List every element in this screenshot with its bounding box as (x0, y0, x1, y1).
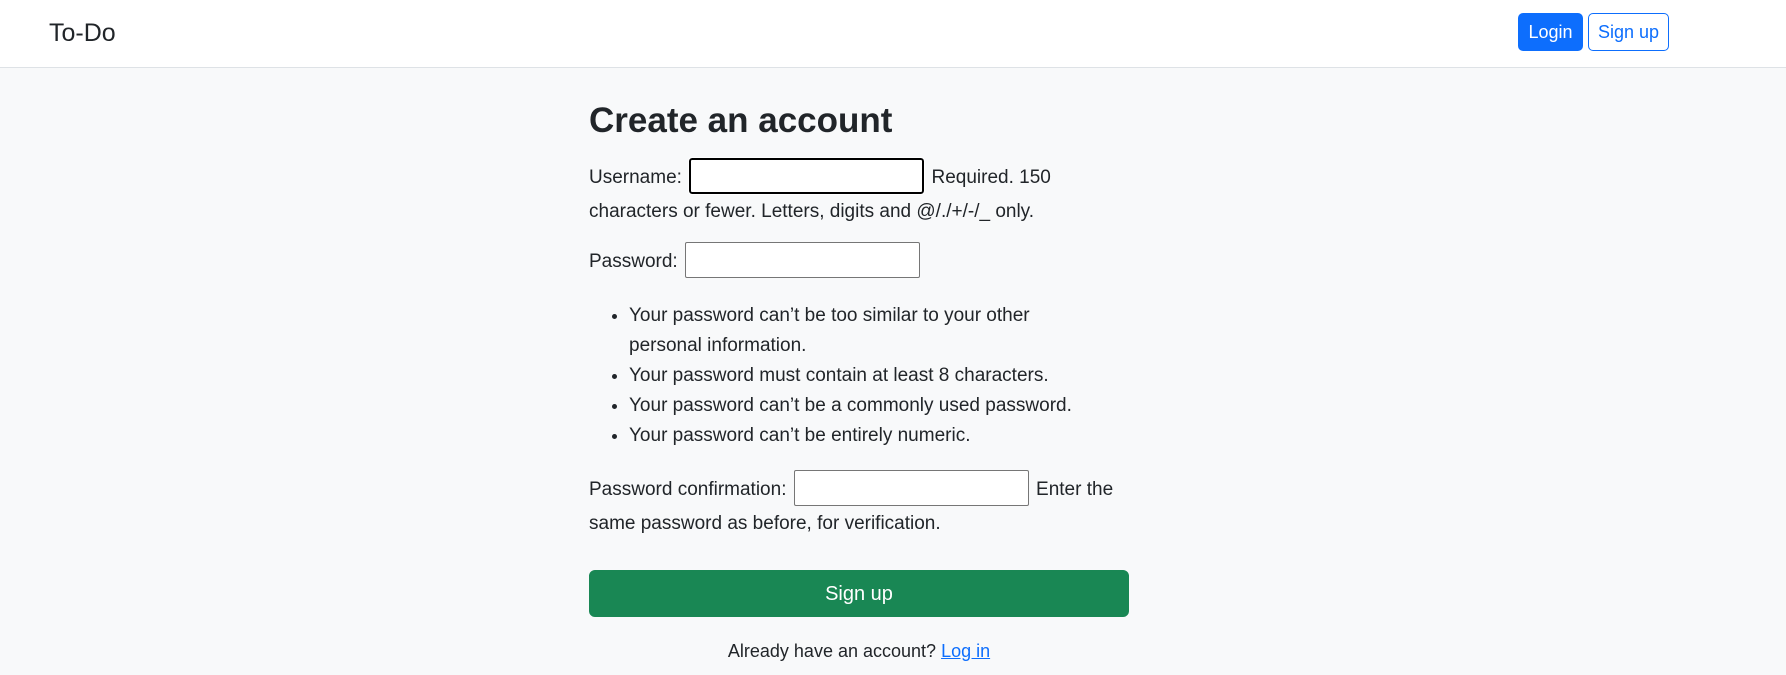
password-help-item: Your password can’t be too similar to yo… (629, 301, 1089, 361)
navbar: To-Do Login Sign up (0, 0, 1786, 68)
login-prompt: Already have an account? Log in (589, 639, 1129, 663)
password-help-item: Your password can’t be entirely numeric. (629, 421, 1089, 451)
brand-link[interactable]: To-Do (49, 17, 116, 49)
password-input[interactable] (684, 241, 920, 278)
signup-nav-button[interactable]: Sign up (1588, 13, 1669, 51)
signup-submit-button[interactable]: Sign up (589, 570, 1129, 617)
login-link[interactable]: Log in (941, 641, 990, 661)
signup-form-container: Create an account Username: Required. 15… (589, 95, 1129, 663)
login-prompt-text: Already have an account? (727, 641, 937, 661)
password-field-row: Password: (589, 241, 1129, 279)
login-button[interactable]: Login (1518, 13, 1583, 51)
password-help-item: Your password can’t be a commonly used p… (629, 391, 1089, 421)
password-help-list: Your password can’t be too similar to yo… (589, 301, 1089, 451)
username-field-row: Username: Required. 150 characters or fe… (589, 156, 1129, 229)
password-confirmation-input[interactable] (793, 469, 1029, 506)
page-title: Create an account (589, 101, 893, 140)
username-input[interactable] (688, 156, 926, 195)
signup-form: Username: Required. 150 characters or fe… (589, 156, 1129, 617)
password-label: Password: (589, 251, 678, 272)
password-confirmation-field-row: Password confirmation: Enter the same pa… (589, 469, 1129, 541)
password-confirmation-label: Password confirmation: (589, 479, 787, 500)
password-help-item: Your password must contain at least 8 ch… (629, 361, 1089, 391)
username-label: Username: (589, 167, 682, 188)
